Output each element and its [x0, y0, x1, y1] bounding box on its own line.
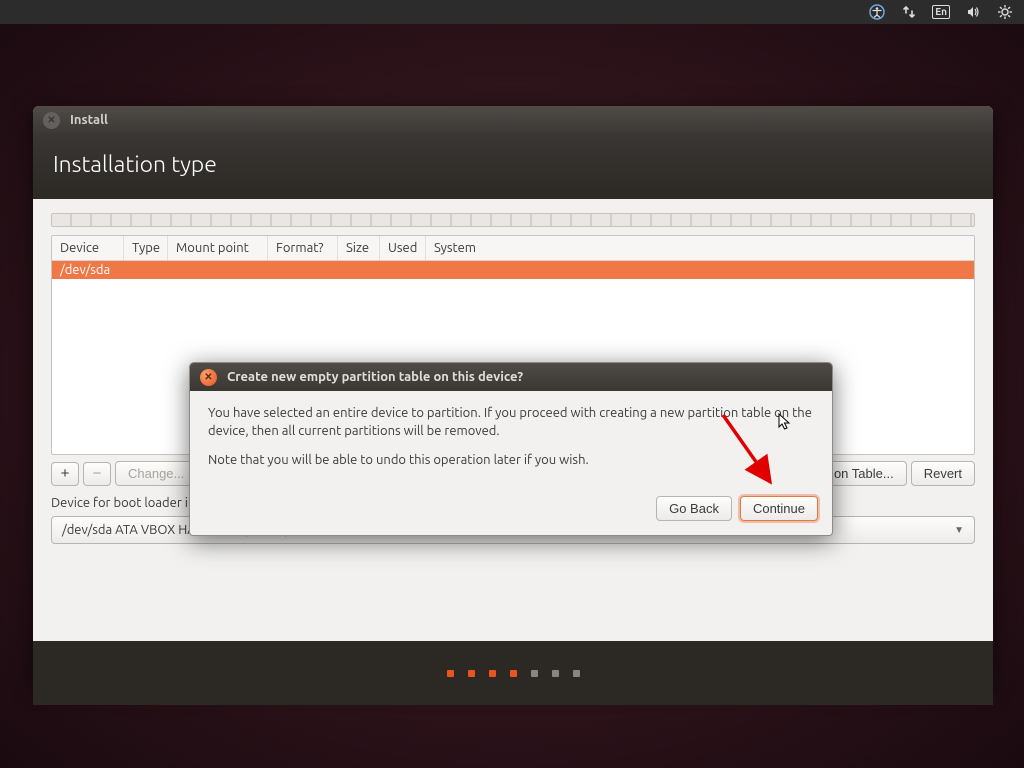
network-icon[interactable] [900, 3, 918, 21]
table-row[interactable]: /dev/sda [52, 261, 974, 279]
confirm-dialog: ✕ Create new empty partition table on th… [189, 362, 833, 536]
page-title: Installation type [33, 134, 993, 199]
window-titlebar: ✕ Install [33, 106, 993, 134]
top-panel: En [0, 0, 1024, 24]
col-system[interactable]: System [426, 236, 974, 260]
col-mount[interactable]: Mount point [168, 236, 268, 260]
add-partition-button[interactable]: + [51, 462, 79, 486]
language-indicator[interactable]: En [932, 5, 950, 19]
dialog-titlebar: ✕ Create new empty partition table on th… [190, 363, 832, 391]
dialog-body: You have selected an entire device to pa… [190, 391, 832, 496]
pager-dot[interactable] [552, 670, 559, 677]
go-back-button[interactable]: Go Back [656, 496, 732, 521]
remove-partition-button[interactable]: − [83, 462, 111, 486]
revert-button[interactable]: Revert [911, 461, 975, 486]
pager-dot[interactable] [573, 670, 580, 677]
dialog-text-1: You have selected an entire device to pa… [208, 405, 814, 440]
window-title: Install [70, 113, 108, 127]
col-used[interactable]: Used [380, 236, 426, 260]
accessibility-icon[interactable] [868, 3, 886, 21]
settings-icon[interactable] [996, 3, 1014, 21]
col-format[interactable]: Format? [268, 236, 338, 260]
table-header: Device Type Mount point Format? Size Use… [52, 236, 974, 261]
col-device[interactable]: Device [52, 236, 124, 260]
dialog-text-2: Note that you will be able to undo this … [208, 452, 814, 470]
pager-dot[interactable] [468, 670, 475, 677]
continue-button[interactable]: Continue [740, 496, 818, 521]
pager-dot[interactable] [531, 670, 538, 677]
sound-icon[interactable] [964, 3, 982, 21]
dialog-footer: Go Back Continue [190, 496, 832, 535]
dialog-title: Create new empty partition table on this… [227, 370, 523, 384]
disk-usage-strip [51, 213, 975, 227]
change-partition-button[interactable]: Change... [115, 461, 197, 486]
col-type[interactable]: Type [124, 236, 168, 260]
dropdown-icon: ▼ [954, 524, 964, 536]
col-size[interactable]: Size [338, 236, 380, 260]
slideshow-pager [33, 641, 993, 705]
pager-dot[interactable] [447, 670, 454, 677]
close-icon[interactable]: ✕ [43, 112, 60, 129]
pager-dot[interactable] [489, 670, 496, 677]
pager-dot[interactable] [510, 670, 517, 677]
close-icon[interactable]: ✕ [200, 369, 217, 386]
